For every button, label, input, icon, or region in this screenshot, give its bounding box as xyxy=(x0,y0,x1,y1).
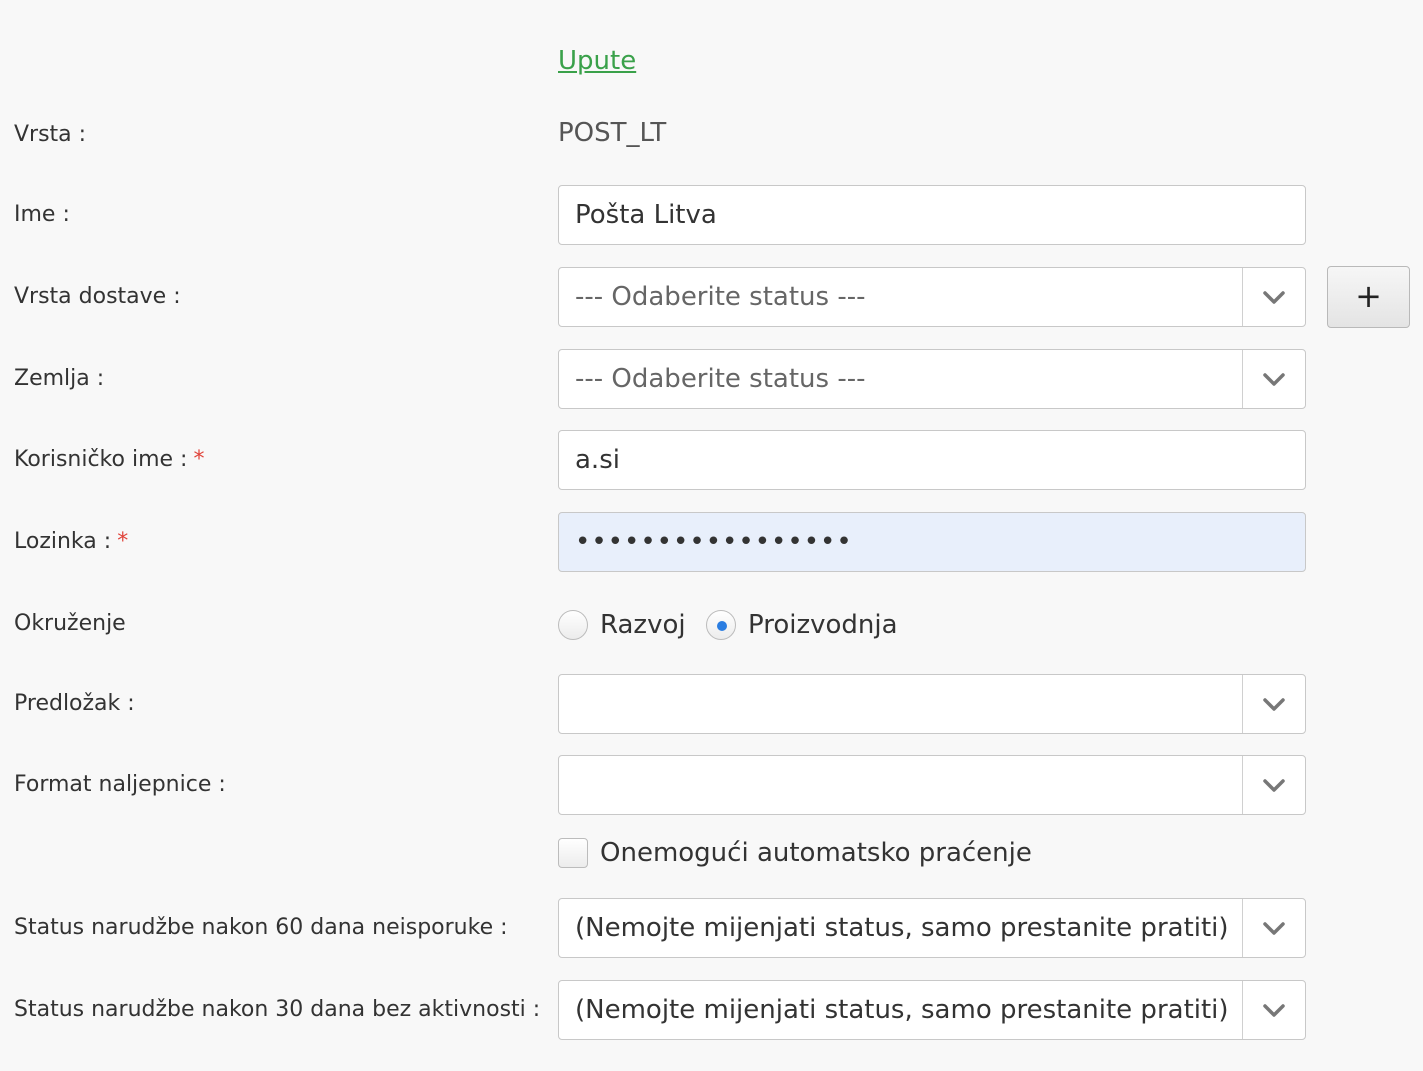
select-divider xyxy=(1242,756,1243,814)
disable-tracking-label: Onemogući automatsko praćenje xyxy=(600,838,1032,868)
add-delivery-type-button[interactable]: + xyxy=(1327,266,1410,328)
name-input[interactable]: Pošta Litva xyxy=(558,185,1306,245)
username-label-text: Korisničko ime : xyxy=(14,447,188,472)
radio-label: Proizvodnja xyxy=(748,610,898,640)
status-after-60-label: Status narudžbe nakon 60 dana neisporuke… xyxy=(14,915,508,940)
username-input[interactable]: a.si xyxy=(558,430,1306,490)
name-label: Ime : xyxy=(14,202,70,227)
chevron-down-icon xyxy=(1263,779,1285,792)
environment-option-development[interactable]: Razvoj xyxy=(558,608,688,644)
username-label: Korisničko ime : * xyxy=(14,447,204,472)
environment-label: Okruženje xyxy=(14,611,126,636)
disable-tracking-checkbox[interactable] xyxy=(558,838,588,868)
delivery-type-select[interactable]: --- Odaberite status --- xyxy=(558,267,1306,327)
country-selected-value: --- Odaberite status --- xyxy=(575,364,866,394)
instructions-link[interactable]: Upute xyxy=(558,46,636,76)
status-after-30-label: Status narudžbe nakon 30 dana bez aktivn… xyxy=(14,997,541,1022)
password-input[interactable]: ••••••••••••••••• xyxy=(558,512,1306,572)
status-after-30-select[interactable]: (Nemojte mijenjati status, samo prestani… xyxy=(558,980,1306,1040)
required-mark: * xyxy=(117,529,129,554)
select-divider xyxy=(1242,981,1243,1039)
type-value: POST_LT xyxy=(558,118,667,148)
chevron-down-icon xyxy=(1263,1004,1285,1017)
label-format-label: Format naljepnice : xyxy=(14,772,226,797)
delivery-type-selected-value: --- Odaberite status --- xyxy=(575,282,866,312)
chevron-down-icon xyxy=(1263,698,1285,711)
select-divider xyxy=(1242,268,1243,326)
radio-button[interactable] xyxy=(706,610,736,640)
password-label: Lozinka : * xyxy=(14,529,128,554)
template-select[interactable] xyxy=(558,674,1306,734)
delivery-type-label: Vrsta dostave : xyxy=(14,284,181,309)
chevron-down-icon xyxy=(1263,373,1285,386)
radio-button[interactable] xyxy=(558,610,588,640)
radio-label: Razvoj xyxy=(600,610,686,640)
select-divider xyxy=(1242,899,1243,957)
status-after-60-selected-value: (Nemojte mijenjati status, samo prestani… xyxy=(575,913,1229,943)
environment-option-production[interactable]: Proizvodnja xyxy=(706,608,906,644)
select-divider xyxy=(1242,350,1243,408)
chevron-down-icon xyxy=(1263,291,1285,304)
country-select[interactable]: --- Odaberite status --- xyxy=(558,349,1306,409)
required-mark: * xyxy=(193,447,205,472)
status-after-30-selected-value: (Nemojte mijenjati status, samo prestani… xyxy=(575,995,1229,1025)
template-label: Predložak : xyxy=(14,691,135,716)
country-label: Zemlja : xyxy=(14,366,105,391)
disable-tracking-option[interactable]: Onemogući automatsko praćenje xyxy=(558,836,1058,872)
plus-icon: + xyxy=(1355,277,1382,315)
select-divider xyxy=(1242,675,1243,733)
label-format-select[interactable] xyxy=(558,755,1306,815)
status-after-60-select[interactable]: (Nemojte mijenjati status, samo prestani… xyxy=(558,898,1306,958)
type-label: Vrsta : xyxy=(14,122,87,147)
chevron-down-icon xyxy=(1263,922,1285,935)
radio-selected-dot xyxy=(717,621,727,631)
password-label-text: Lozinka : xyxy=(14,529,112,554)
